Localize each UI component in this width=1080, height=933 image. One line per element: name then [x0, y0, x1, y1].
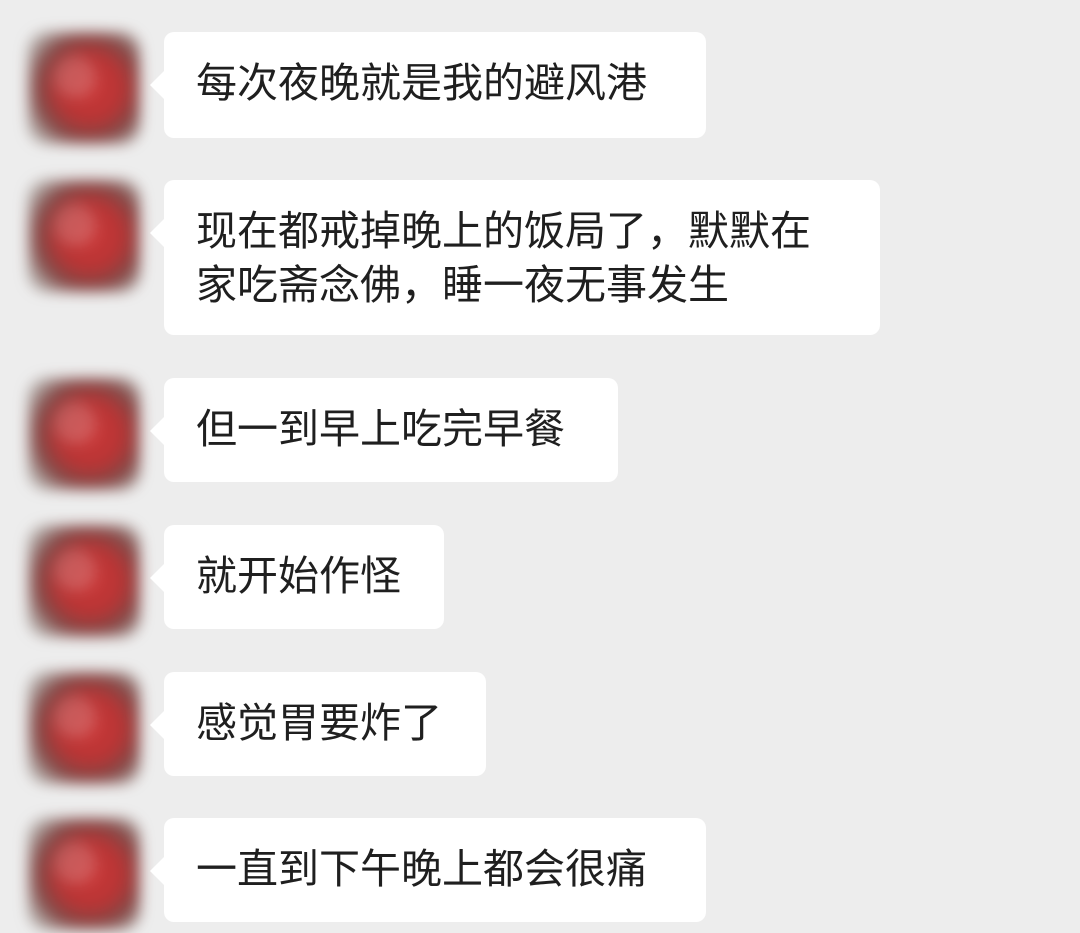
message-bubble[interactable]: 感觉胃要炸了 — [150, 672, 486, 776]
message-bubble[interactable]: 现在都戒掉晚上的饭局了，默默在 家吃斋念佛，睡一夜无事发生 — [150, 180, 880, 335]
avatar[interactable] — [28, 525, 140, 637]
message-row: 每次夜晚就是我的避风港 — [0, 32, 1080, 144]
avatar[interactable] — [28, 180, 140, 292]
message-row: 一直到下午晚上都会很痛 — [0, 818, 1080, 930]
avatar[interactable] — [28, 672, 140, 784]
message-bubble[interactable]: 一直到下午晚上都会很痛 — [150, 818, 706, 922]
avatar[interactable] — [28, 818, 140, 930]
chat-message-list: 每次夜晚就是我的避风港 现在都戒掉晚上的饭局了，默默在 家吃斋念佛，睡一夜无事发… — [0, 0, 1080, 933]
message-bubble[interactable]: 就开始作怪 — [150, 525, 444, 629]
message-row: 感觉胃要炸了 — [0, 672, 1080, 784]
avatar[interactable] — [28, 32, 140, 144]
message-bubble[interactable]: 但一到早上吃完早餐 — [150, 378, 618, 482]
message-bubble[interactable]: 每次夜晚就是我的避风港 — [150, 32, 706, 138]
message-row: 现在都戒掉晚上的饭局了，默默在 家吃斋念佛，睡一夜无事发生 — [0, 180, 1080, 335]
message-row: 但一到早上吃完早餐 — [0, 378, 1080, 490]
message-row: 就开始作怪 — [0, 525, 1080, 637]
avatar[interactable] — [28, 378, 140, 490]
